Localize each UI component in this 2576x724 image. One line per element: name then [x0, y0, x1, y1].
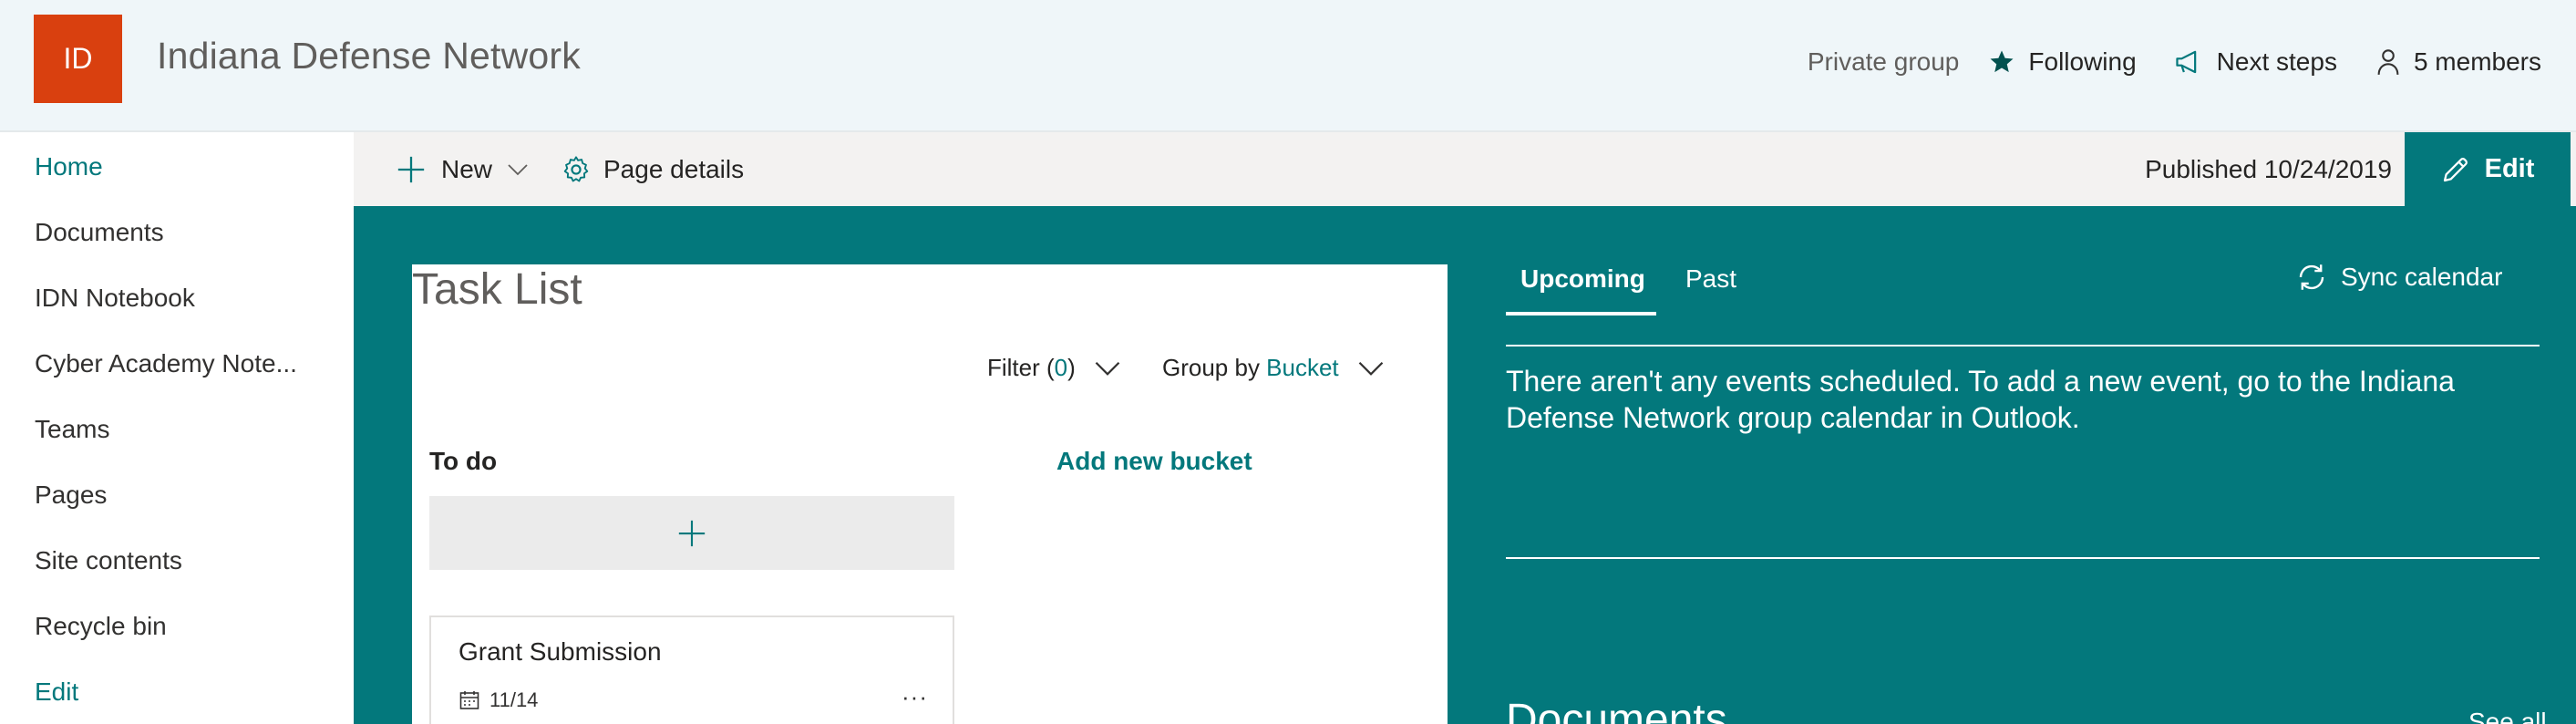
star-icon: [1990, 50, 2014, 73]
following-label: Following: [2028, 47, 2137, 76]
site-header: ID Indiana Defense Network Private group…: [0, 0, 2576, 132]
nav-item-idn-notebook[interactable]: IDN Notebook: [35, 284, 195, 313]
task-name: Grant Submission: [459, 637, 662, 666]
filter-count: 0: [1054, 354, 1068, 381]
task-more-options[interactable]: ···: [902, 683, 928, 711]
gear-icon: [563, 155, 589, 181]
filter-label: Filter (: [987, 354, 1055, 381]
add-new-bucket-link[interactable]: Add new bucket: [1056, 447, 1252, 476]
task-date-label: 11/14: [489, 688, 539, 711]
sync-icon: [2299, 264, 2324, 290]
plus-icon: [678, 520, 706, 546]
new-button[interactable]: New: [396, 132, 529, 206]
sync-calendar-button[interactable]: Sync calendar: [2295, 261, 2502, 294]
page-details-button[interactable]: Page details: [562, 132, 744, 206]
chevron-down-icon: [1358, 361, 1383, 376]
logo-initials: ID: [63, 42, 93, 75]
new-label: New: [441, 154, 493, 183]
members-label: 5 members: [2413, 47, 2541, 76]
task-list-webpart: Task List Filter (0) Group by Bucket To …: [412, 264, 1448, 724]
group-by-label: Group by: [1162, 354, 1267, 381]
command-bar: New Page details Published 10/24/2019 Ed…: [354, 132, 2576, 206]
person-icon: [2377, 49, 2399, 75]
nav-item-site-contents[interactable]: Site contents: [35, 546, 182, 575]
page-canvas: Task List Filter (0) Group by Bucket To …: [354, 206, 2576, 724]
task-due-date: 11/14: [459, 688, 538, 712]
nav-item-recycle-bin[interactable]: Recycle bin: [35, 612, 167, 641]
following-button[interactable]: Following: [1988, 47, 2137, 77]
nav-item-teams[interactable]: Teams: [35, 415, 109, 444]
page-details-label: Page details: [603, 154, 745, 183]
filter-dropdown[interactable]: Filter (0): [987, 354, 1121, 382]
filter-close-paren: ): [1067, 354, 1076, 381]
group-by-value: Bucket: [1266, 354, 1339, 381]
site-title[interactable]: Indiana Defense Network: [157, 35, 581, 78]
tab-past[interactable]: Past: [1685, 264, 1736, 315]
chevron-down-icon: [1095, 361, 1120, 376]
see-all-link[interactable]: See all: [2468, 708, 2547, 724]
published-status: Published 10/24/2019: [2145, 154, 2392, 183]
bucket-title: To do: [429, 447, 498, 475]
edit-page-button[interactable]: Edit: [2405, 132, 2571, 206]
documents-webpart-title: Documents: [1506, 696, 1727, 724]
events-empty-message: There aren't any events scheduled. To ad…: [1506, 365, 2455, 434]
task-card[interactable]: Grant Submission 11/14 ···: [429, 615, 954, 724]
site-logo[interactable]: ID: [34, 15, 122, 103]
next-steps-button[interactable]: Next steps: [2175, 47, 2337, 77]
add-task-button[interactable]: [429, 496, 954, 570]
members-button[interactable]: 5 members: [2375, 47, 2541, 77]
nav-item-documents[interactable]: Documents: [35, 218, 164, 247]
next-steps-label: Next steps: [2216, 47, 2337, 76]
sync-calendar-label: Sync calendar: [2341, 263, 2503, 291]
events-divider-top: [1506, 345, 2540, 346]
megaphone-icon: [2176, 50, 2196, 74]
edit-label: Edit: [2484, 154, 2535, 183]
nav-edit-link[interactable]: Edit: [35, 677, 78, 707]
header-actions: Private group Following Next steps 5 mem…: [1808, 47, 2541, 77]
privacy-label: Private group: [1807, 47, 1960, 76]
tab-upcoming[interactable]: Upcoming: [1506, 264, 1656, 315]
group-by-dropdown[interactable]: Group by Bucket: [1162, 354, 1385, 382]
task-list-title: Task List: [412, 265, 582, 314]
pencil-icon: [2443, 157, 2468, 181]
left-navigation: Home Documents IDN Notebook Cyber Academ…: [0, 132, 354, 724]
events-divider-bottom: [1506, 557, 2540, 559]
nav-item-home[interactable]: Home: [35, 152, 103, 181]
chevron-down-icon: [508, 163, 528, 175]
nav-item-cyber-academy-notebook[interactable]: Cyber Academy Note...: [35, 349, 297, 378]
nav-item-pages[interactable]: Pages: [35, 481, 107, 510]
calendar-icon: [459, 691, 479, 709]
plus-icon: [397, 156, 425, 182]
